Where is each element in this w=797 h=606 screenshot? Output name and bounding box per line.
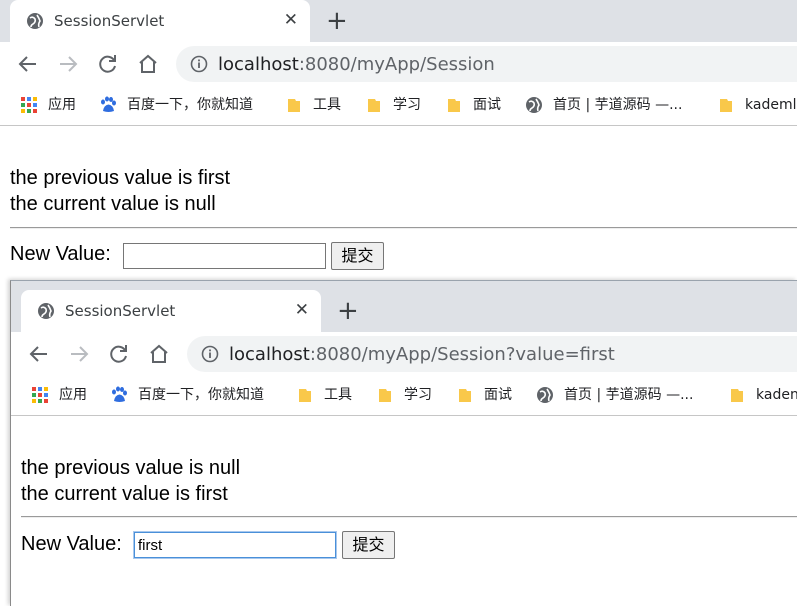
tab-strip: SessionServlet ✕ + — [0, 0, 797, 42]
url-text[interactable]: localhost:8080/myApp/Session — [218, 54, 495, 75]
back-icon[interactable] — [27, 342, 51, 366]
url-host: localhost — [218, 54, 299, 75]
address-bar[interactable]: localhost:8080/myApp/Session — [176, 46, 797, 82]
bookmark-label: 应用 — [48, 97, 76, 113]
back-icon[interactable] — [16, 52, 40, 76]
forward-icon[interactable] — [67, 342, 91, 366]
folder-icon — [379, 389, 391, 402]
info-icon[interactable] — [190, 55, 208, 73]
folder-icon — [459, 389, 471, 402]
baidu-paw-icon — [101, 96, 116, 112]
bookmarks-bar: 应用 百度一下，你就知道 工具 学习 面试 首页 | 芋道源码 —... kad… — [0, 86, 797, 126]
folder-icon — [720, 99, 732, 112]
globe-icon — [38, 303, 54, 319]
apps-grid-icon — [21, 97, 37, 113]
apps-grid-icon — [32, 387, 48, 403]
bookmark-label: 工具 — [313, 97, 341, 113]
navigation-toolbar: localhost:8080/myApp/Session — [0, 42, 797, 86]
bookmark-label: 面试 — [473, 97, 501, 113]
folder-icon — [368, 99, 380, 112]
home-icon[interactable] — [147, 342, 171, 366]
previous-value-text: the previous value is first — [10, 167, 231, 189]
tab-title: SessionServlet — [54, 12, 165, 30]
bookmark-label: 面试 — [484, 387, 512, 403]
url-path: :8080/myApp/Session?value=first — [309, 344, 615, 365]
bookmark-label: 学习 — [393, 97, 421, 113]
bookmark-label: 应用 — [59, 387, 87, 403]
folder-icon — [731, 389, 743, 402]
divider — [10, 227, 797, 229]
tab-session-servlet[interactable]: SessionServlet ✕ — [21, 290, 321, 332]
address-bar[interactable]: localhost:8080/myApp/Session?value=first — [187, 336, 797, 372]
url-text[interactable]: localhost:8080/myApp/Session?value=first — [229, 344, 615, 365]
folder-icon — [299, 389, 311, 402]
new-tab-button[interactable]: + — [337, 298, 359, 324]
new-value-input[interactable] — [123, 243, 326, 269]
bookmark-label: 首页 | 芋道源码 —... — [564, 387, 694, 403]
bookmark-label: 百度一下，你就知道 — [138, 387, 264, 403]
browser-window-2: SessionServlet ✕ + localhost:8080/myApp/… — [10, 280, 797, 606]
tab-close-icon[interactable]: ✕ — [284, 11, 298, 29]
bookmark-label: 学习 — [404, 387, 432, 403]
new-value-input[interactable] — [134, 532, 336, 558]
url-host: localhost — [229, 344, 310, 365]
bookmark-label: kaden — [756, 387, 797, 403]
folder-icon — [448, 99, 460, 112]
info-icon[interactable] — [201, 345, 219, 363]
tab-close-icon[interactable]: ✕ — [295, 301, 309, 319]
tab-session-servlet[interactable]: SessionServlet ✕ — [10, 0, 310, 42]
folder-icon — [288, 99, 300, 112]
bookmark-label: 工具 — [324, 387, 352, 403]
new-value-label: New Value: — [10, 243, 111, 265]
current-value-text: the current value is null — [10, 193, 216, 215]
home-icon[interactable] — [136, 52, 160, 76]
new-tab-button[interactable]: + — [326, 8, 348, 34]
bookmark-label: 首页 | 芋道源码 —... — [553, 97, 683, 113]
navigation-toolbar: localhost:8080/myApp/Session?value=first — [11, 332, 797, 376]
baidu-paw-icon — [112, 386, 127, 402]
bookmark-label: kademl — [745, 97, 797, 113]
globe-icon — [526, 97, 542, 113]
current-value-text: the current value is first — [21, 483, 228, 505]
reload-icon[interactable] — [96, 52, 120, 76]
tab-title: SessionServlet — [65, 302, 176, 320]
tab-strip: SessionServlet ✕ + — [11, 281, 797, 332]
reload-icon[interactable] — [107, 342, 131, 366]
divider — [21, 516, 797, 518]
previous-value-text: the previous value is null — [21, 457, 241, 479]
url-path: :8080/myApp/Session — [298, 54, 495, 75]
globe-icon — [27, 13, 43, 29]
new-value-label: New Value: — [21, 533, 122, 555]
globe-icon — [537, 387, 553, 403]
bookmarks-bar: 应用 百度一下，你就知道 工具 学习 面试 首页 | 芋道源码 —... kad… — [11, 376, 797, 416]
bookmark-label: 百度一下，你就知道 — [127, 97, 253, 113]
submit-button[interactable]: 提交 — [331, 242, 384, 270]
forward-icon[interactable] — [56, 52, 80, 76]
submit-button[interactable]: 提交 — [342, 531, 395, 559]
